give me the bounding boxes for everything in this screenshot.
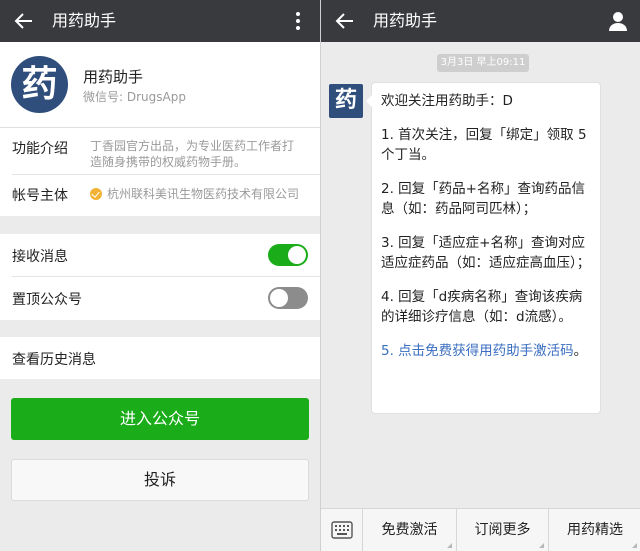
receive-messages-toggle[interactable]	[268, 244, 308, 266]
page-title: 用药助手	[52, 11, 117, 30]
message-bubble: 欢迎关注用药助手：D 1. 首次关注，回复「绑定」领取 5 个丁当。 2. 回复…	[366, 82, 601, 414]
owner-value[interactable]: 杭州联科美讯生物医药技术有限公司	[107, 186, 312, 202]
history-messages-row[interactable]: 查看历史消息	[0, 337, 320, 379]
message-paragraph: 4. 回复「d疾病名称」查询该疾病的详细诊疗信息（如：d流感）。	[381, 289, 583, 325]
message-paragraph: 5. 点击免费获得用药助手激活码。	[381, 341, 592, 361]
more-vertical-icon[interactable]	[286, 9, 310, 33]
account-avatar[interactable]: 药	[11, 56, 68, 113]
divider	[12, 276, 320, 277]
pin-account-label: 置顶公众号	[12, 292, 82, 308]
message-paragraph: 3. 回复「适应症+名称」查询对应适应症药品（如：适应症高血压）；	[381, 235, 591, 271]
menu-label: 免费激活	[381, 522, 438, 538]
keyboard-toggle-button[interactable]	[321, 509, 363, 551]
account-profile-panel: 用药助手 药 用药助手 微信号: DrugsApp 功能介绍 丁香园官方出品，为…	[0, 0, 320, 551]
person-icon[interactable]	[606, 9, 630, 33]
complain-button[interactable]: 投诉	[11, 459, 309, 501]
message-paragraph: 1. 首次关注，回复「绑定」领取 5 个丁当。	[381, 127, 587, 163]
message-paragraph: 欢迎关注用药助手：D	[381, 93, 513, 109]
message-paragraph: 2. 回复「药品+名称」查询药品信息（如：药品阿司匹林）；	[381, 181, 585, 217]
message-timestamp: 3月3日 早上09:11	[437, 54, 529, 72]
pin-account-toggle[interactable]	[268, 287, 308, 309]
owner-label: 帐号主体	[12, 188, 68, 204]
item-number: 5.	[381, 343, 399, 359]
chat-menu-bar: 免费激活 订阅更多 用药精选	[321, 508, 640, 551]
back-arrow-icon[interactable]	[12, 9, 36, 33]
chat-title: 用药助手	[373, 11, 438, 30]
settings-section: 接收消息 置顶公众号	[0, 234, 320, 320]
account-header: 药 用药助手 微信号: DrugsApp	[0, 42, 320, 128]
intro-value: 丁香园官方出品，为专业医药工作者打 造随身携带的权威药物手册。	[90, 138, 308, 170]
account-info-section: 功能介绍 丁香园官方出品，为专业医药工作者打 造随身携带的权威药物手册。 帐号主…	[0, 128, 320, 216]
menu-subscribe-more[interactable]: 订阅更多	[457, 509, 549, 551]
top-bar: 用药助手	[321, 0, 640, 42]
submenu-indicator	[539, 543, 544, 548]
submenu-indicator	[447, 543, 452, 548]
intro-line: 造随身携带的权威药物手册。	[90, 155, 247, 169]
history-messages-label: 查看历史消息	[12, 352, 96, 368]
verified-icon	[90, 188, 102, 200]
wechat-id: 微信号: DrugsApp	[83, 90, 186, 104]
toggle-knob	[288, 246, 306, 264]
back-arrow-icon[interactable]	[333, 9, 357, 33]
sender-avatar[interactable]: 药	[329, 84, 363, 118]
account-name: 用药助手	[83, 68, 144, 86]
keyboard-icon	[331, 521, 353, 539]
menu-drug-picks[interactable]: 用药精选	[549, 509, 640, 551]
menu-free-activation[interactable]: 免费激活	[363, 509, 457, 551]
sentence-end: 。	[573, 343, 588, 359]
intro-line: 丁香园官方出品，为专业医药工作者打	[90, 139, 295, 153]
intro-label: 功能介绍	[12, 141, 68, 157]
menu-label: 订阅更多	[474, 522, 531, 538]
activation-code-link[interactable]: 点击免费获得用药助手激活码	[398, 343, 574, 359]
divider	[12, 174, 320, 175]
receive-messages-label: 接收消息	[12, 249, 68, 265]
enter-account-button[interactable]: 进入公众号	[11, 398, 309, 440]
chat-panel: 用药助手 3月3日 早上09:11 药 欢迎关注用药助手：D 1. 首次关注，回…	[320, 0, 640, 551]
submenu-indicator	[632, 543, 637, 548]
menu-label: 用药精选	[567, 522, 623, 538]
toggle-knob	[270, 289, 288, 307]
top-bar: 用药助手	[0, 0, 320, 42]
